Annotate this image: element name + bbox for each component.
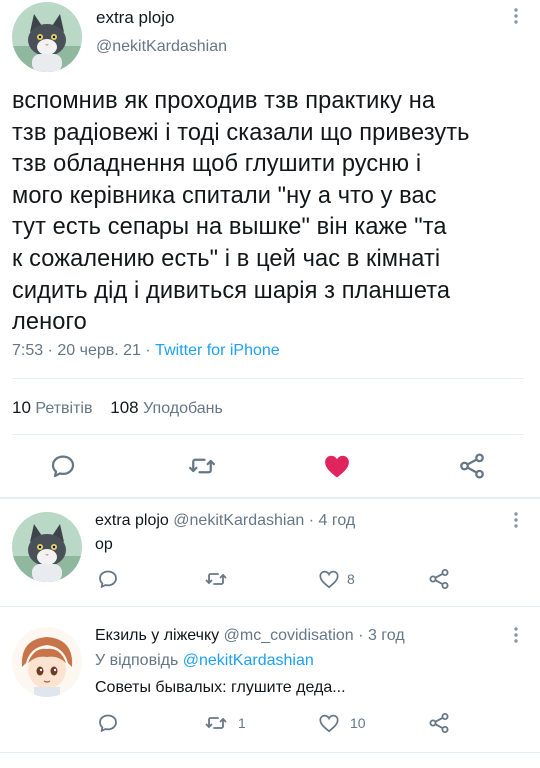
retweet-icon[interactable] bbox=[204, 711, 228, 735]
share-icon[interactable] bbox=[427, 711, 451, 735]
heart-icon[interactable] bbox=[317, 711, 341, 735]
reply-to-prefix: У відповідь bbox=[95, 652, 179, 669]
likes-count: 108 bbox=[110, 398, 139, 417]
retweet-icon[interactable] bbox=[204, 567, 228, 591]
divider bbox=[0, 606, 540, 607]
tweet-text-line: леного bbox=[12, 309, 87, 336]
likes-stat[interactable]: 108 Уподобань bbox=[110, 398, 223, 417]
user-handle[interactable]: @nekitKardashian bbox=[173, 512, 304, 529]
more-vertical-icon[interactable] bbox=[506, 625, 526, 649]
retweets-stat[interactable]: 10 Ретвітів bbox=[12, 398, 93, 417]
share-icon[interactable] bbox=[427, 567, 451, 591]
tweet-meta: 7:53 · 20 черв. 21 · Twitter for iPhone bbox=[12, 342, 280, 360]
avatar[interactable] bbox=[12, 2, 82, 72]
display-name[interactable]: extra plojo bbox=[95, 512, 169, 529]
more-vertical-icon[interactable] bbox=[506, 510, 526, 534]
meta-separator: · bbox=[47, 342, 53, 359]
display-name[interactable]: extra plojo bbox=[96, 8, 174, 28]
tweet-text-line: тзв обладнення щоб глушити русню і bbox=[12, 151, 422, 178]
tweet-text-line: сидить дід і дивиться шарія з планшета bbox=[12, 277, 451, 304]
reply-header: extra plojo @nekitKardashian · 4 год bbox=[95, 512, 355, 530]
retweet-icon[interactable] bbox=[187, 451, 217, 481]
tweet-text-line: вспомнив як проходив тзв практику на bbox=[12, 88, 436, 114]
anime-avatar-image bbox=[12, 627, 82, 697]
meta-separator: · bbox=[308, 512, 315, 529]
reply-header: Екзиль у ліжечку @mc_covidisation · 3 го… bbox=[95, 627, 405, 645]
avatar[interactable] bbox=[12, 627, 82, 697]
tweet-text: вспомнив як проходив тзв практику на тзв… bbox=[12, 86, 532, 339]
tweet-text-line: к сожалению есть" і в цей час в кімнаті bbox=[12, 245, 441, 272]
display-name[interactable]: Екзиль у ліжечку bbox=[95, 627, 219, 644]
user-handle[interactable]: @mc_covidisation bbox=[224, 627, 354, 644]
mention-link[interactable]: @nekitKardashian bbox=[183, 652, 314, 669]
tweet-time: 7:53 bbox=[12, 342, 44, 359]
reply-time: 4 год bbox=[318, 512, 356, 529]
heart-icon[interactable] bbox=[317, 567, 341, 591]
cat-avatar-image bbox=[12, 2, 82, 72]
tweet-text-line: мого керівника спитали "ну а что у вас bbox=[12, 182, 437, 209]
divider bbox=[0, 752, 540, 753]
meta-separator: · bbox=[145, 342, 151, 359]
like-count: 8 bbox=[347, 571, 355, 587]
user-handle[interactable]: @nekitKardashian bbox=[96, 38, 227, 56]
divider bbox=[0, 497, 540, 499]
reply-icon[interactable] bbox=[96, 711, 120, 735]
divider bbox=[12, 378, 524, 379]
reply-text: Советы бывалых: глушите деда... bbox=[95, 679, 346, 696]
tweet-text-line: тут есть сепары на вышке" він каже "та bbox=[12, 214, 447, 241]
tweet-source-link[interactable]: Twitter for iPhone bbox=[155, 342, 280, 359]
reply-to-line: У відповідь @nekitKardashian bbox=[95, 652, 314, 670]
reply-time: 3 год bbox=[367, 627, 405, 644]
tweet-date: 20 черв. 21 bbox=[57, 342, 141, 359]
reply-icon[interactable] bbox=[96, 567, 120, 591]
retweet-count: 1 bbox=[238, 715, 246, 731]
tweet-stats: 10 Ретвітів 108 Уподобань bbox=[12, 398, 223, 418]
avatar[interactable] bbox=[12, 512, 82, 582]
share-icon[interactable] bbox=[457, 451, 487, 481]
retweets-count: 10 bbox=[12, 398, 31, 417]
meta-separator: · bbox=[358, 627, 364, 644]
retweets-label: Ретвітів bbox=[35, 400, 93, 417]
reply-text: ор bbox=[95, 536, 113, 553]
heart-icon[interactable] bbox=[322, 451, 352, 481]
more-vertical-icon[interactable] bbox=[506, 6, 526, 30]
reply-icon[interactable] bbox=[48, 451, 78, 481]
likes-label: Уподобань bbox=[143, 400, 223, 417]
like-count: 10 bbox=[350, 715, 366, 731]
divider bbox=[12, 434, 524, 435]
tweet-text-line: тзв радіовежі і тоді сказали що привезут… bbox=[12, 119, 470, 146]
cat-avatar-image bbox=[12, 512, 82, 582]
